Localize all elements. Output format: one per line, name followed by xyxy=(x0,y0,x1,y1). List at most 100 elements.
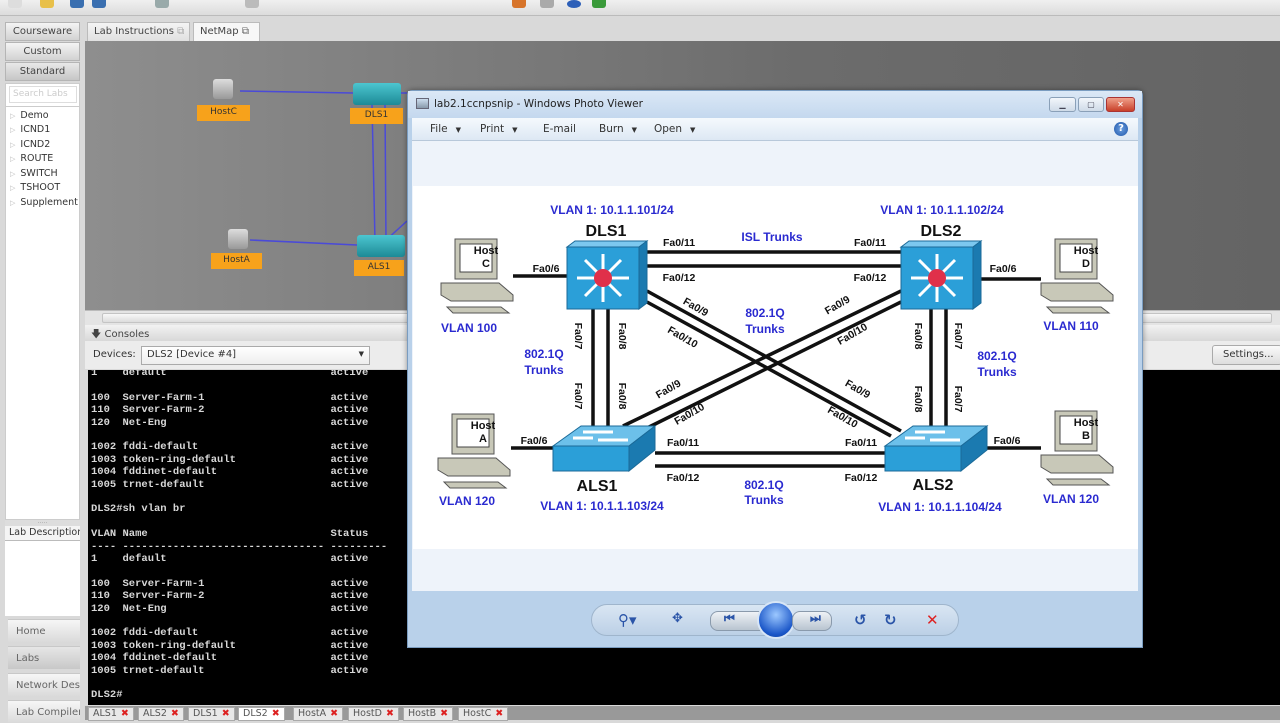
toolbar-icon[interactable] xyxy=(155,0,169,8)
help-icon[interactable]: ? xyxy=(1114,122,1128,136)
toolbar-icon[interactable] xyxy=(592,0,606,8)
rotate-counterclockwise-icon[interactable]: ↺ xyxy=(854,611,867,629)
terminal-line: 1 default active xyxy=(91,370,369,379)
tree-item-icnd2[interactable]: ▷ ICND2 xyxy=(10,139,50,150)
tree-item-route[interactable]: ▷ ROUTE xyxy=(10,153,53,164)
trunks-label: Trunks xyxy=(745,322,785,336)
trunks-label: Trunks xyxy=(977,365,1017,379)
node-label-hosta[interactable]: HostA xyxy=(211,253,262,269)
save-as-icon[interactable] xyxy=(92,0,106,8)
menu-open[interactable]: Open ▼ xyxy=(654,123,695,135)
open-folder-icon[interactable] xyxy=(40,0,54,8)
host-d-vlan: VLAN 110 xyxy=(1043,319,1099,333)
close-tab-icon[interactable]: ✖ xyxy=(222,708,230,719)
expand-icon[interactable]: ▷ xyxy=(10,170,15,178)
actual-size-icon[interactable]: ✥ xyxy=(672,611,683,626)
courseware-button[interactable]: Courseware xyxy=(5,22,80,41)
als2-name: ALS2 xyxy=(913,477,954,494)
close-tab-icon[interactable]: ✖ xyxy=(171,708,179,719)
host-c-vlan: VLAN 100 xyxy=(441,321,497,335)
toolbar-icon[interactable] xyxy=(245,0,259,8)
hostc-pc-icon[interactable] xyxy=(213,79,233,99)
zoom-icon[interactable]: ⚲▾ xyxy=(618,611,637,629)
nav-network-designer[interactable]: Network Des xyxy=(8,673,80,696)
als1-switch-icon[interactable] xyxy=(357,235,405,257)
console-tab-hosta[interactable]: HostA ✖ xyxy=(293,707,344,721)
console-tab-hostd[interactable]: HostD ✖ xyxy=(348,707,399,721)
tab-lab-instructions[interactable]: Lab Instructions ⧉ xyxy=(87,22,190,41)
tree-item-tshoot[interactable]: ▷ TSHOOT xyxy=(10,182,60,193)
lab-description-tab[interactable]: Lab Description xyxy=(5,526,80,541)
tree-item-icnd1[interactable]: ▷ ICND1 xyxy=(10,124,50,135)
expand-icon[interactable]: ▷ xyxy=(10,126,15,134)
device-select[interactable]: DLS2 [Device #4] ▼ xyxy=(141,346,370,365)
slideshow-button[interactable] xyxy=(757,601,795,639)
popout-icon[interactable]: ⧉ xyxy=(242,26,249,37)
console-tab-dls2[interactable]: DLS2 ✖ xyxy=(238,707,285,721)
hosta-pc-icon[interactable] xyxy=(228,229,248,249)
node-label-hostc[interactable]: HostC xyxy=(197,105,250,121)
close-tab-icon[interactable]: ✖ xyxy=(495,708,503,719)
console-tab-hostb[interactable]: HostB ✖ xyxy=(403,707,454,721)
standard-button[interactable]: Standard xyxy=(5,62,80,81)
expand-icon[interactable]: ▷ xyxy=(10,199,15,207)
menu-burn[interactable]: Burn ▼ xyxy=(599,123,637,135)
als1-switch-icon xyxy=(551,424,657,473)
tab-netmap[interactable]: NetMap ⧉ xyxy=(193,22,260,41)
tree-item-demo[interactable]: ▷ Demo xyxy=(10,110,49,121)
expand-icon[interactable]: ▷ xyxy=(10,141,15,149)
window-title: lab2.1ccnpsnip - Windows Photo Viewer xyxy=(434,98,643,110)
rotate-clockwise-icon[interactable]: ↻ xyxy=(884,611,897,629)
close-tab-icon[interactable]: ✖ xyxy=(330,708,338,719)
toolbar-icon[interactable] xyxy=(512,0,526,8)
terminal-line: VLAN Name Status xyxy=(91,528,369,541)
close-tab-icon[interactable]: ✖ xyxy=(121,708,129,719)
console-tab-label: DLS1 xyxy=(193,708,218,719)
expand-icon[interactable]: ▷ xyxy=(10,155,15,163)
popout-icon[interactable]: ⧉ xyxy=(177,26,184,37)
port-label: Fa0/7 xyxy=(572,383,584,410)
nav-labs[interactable]: Labs xyxy=(8,646,80,669)
save-icon[interactable] xyxy=(70,0,84,8)
close-button[interactable]: ✕ xyxy=(1106,97,1135,112)
nav-home[interactable]: Home xyxy=(8,619,80,642)
collapse-arrow-icon[interactable]: 🡇 xyxy=(91,329,101,340)
menu-file[interactable]: File ▼ xyxy=(430,123,461,135)
maximize-button[interactable]: ▢ xyxy=(1078,97,1104,112)
node-label-dls1[interactable]: DLS1 xyxy=(350,108,403,124)
photo-viewer-titlebar[interactable]: lab2.1ccnpsnip - Windows Photo Viewer ▁ … xyxy=(408,91,1142,118)
console-tab-als2[interactable]: ALS2 ✖ xyxy=(138,707,184,721)
isl-trunks-label: ISL Trunks xyxy=(741,230,802,244)
menu-print[interactable]: Print ▼ xyxy=(480,123,518,135)
tree-item-supplement[interactable]: ▷ Supplement xyxy=(10,197,78,208)
expand-icon[interactable]: ▷ xyxy=(10,112,15,120)
port-label: Fa0/7 xyxy=(952,386,964,413)
console-tab-hostc[interactable]: HostC ✖ xyxy=(458,707,509,721)
minimize-button[interactable]: ▁ xyxy=(1049,97,1076,112)
previous-icon[interactable]: ⏮ xyxy=(724,611,735,626)
delete-icon[interactable]: ✕ xyxy=(926,611,939,629)
console-tab-als1[interactable]: ALS1 ✖ xyxy=(88,707,134,721)
new-icon[interactable] xyxy=(8,0,22,8)
console-tab-dls1[interactable]: DLS1 ✖ xyxy=(188,707,235,721)
close-tab-icon[interactable]: ✖ xyxy=(272,708,280,719)
custom-button[interactable]: Custom xyxy=(5,42,80,61)
port-label: Fa0/12 xyxy=(667,472,700,484)
dls2-multilayer-switch-icon xyxy=(899,239,983,311)
close-tab-icon[interactable]: ✖ xyxy=(440,708,448,719)
node-label-als1[interactable]: ALS1 xyxy=(354,260,404,276)
menu-e-mail[interactable]: E-mail xyxy=(543,123,576,135)
tree-item-switch[interactable]: ▷ SWITCH xyxy=(10,168,58,179)
host-label: Host xyxy=(1074,245,1099,257)
search-labs-input[interactable]: Search Labs xyxy=(9,86,77,103)
port-label: Fa0/11 xyxy=(845,437,877,449)
close-tab-icon[interactable]: ✖ xyxy=(386,708,394,719)
next-icon[interactable]: ⏭ xyxy=(810,611,821,626)
settings-button[interactable]: Settings... xyxy=(1212,345,1280,365)
expand-icon[interactable]: ▷ xyxy=(10,184,15,192)
dls1-switch-icon[interactable] xyxy=(353,83,401,105)
console-tab-label: HostD xyxy=(353,708,382,719)
port-label: Fa0/11 xyxy=(663,237,695,249)
help-icon[interactable] xyxy=(567,0,581,8)
toolbar-icon[interactable] xyxy=(540,0,554,8)
